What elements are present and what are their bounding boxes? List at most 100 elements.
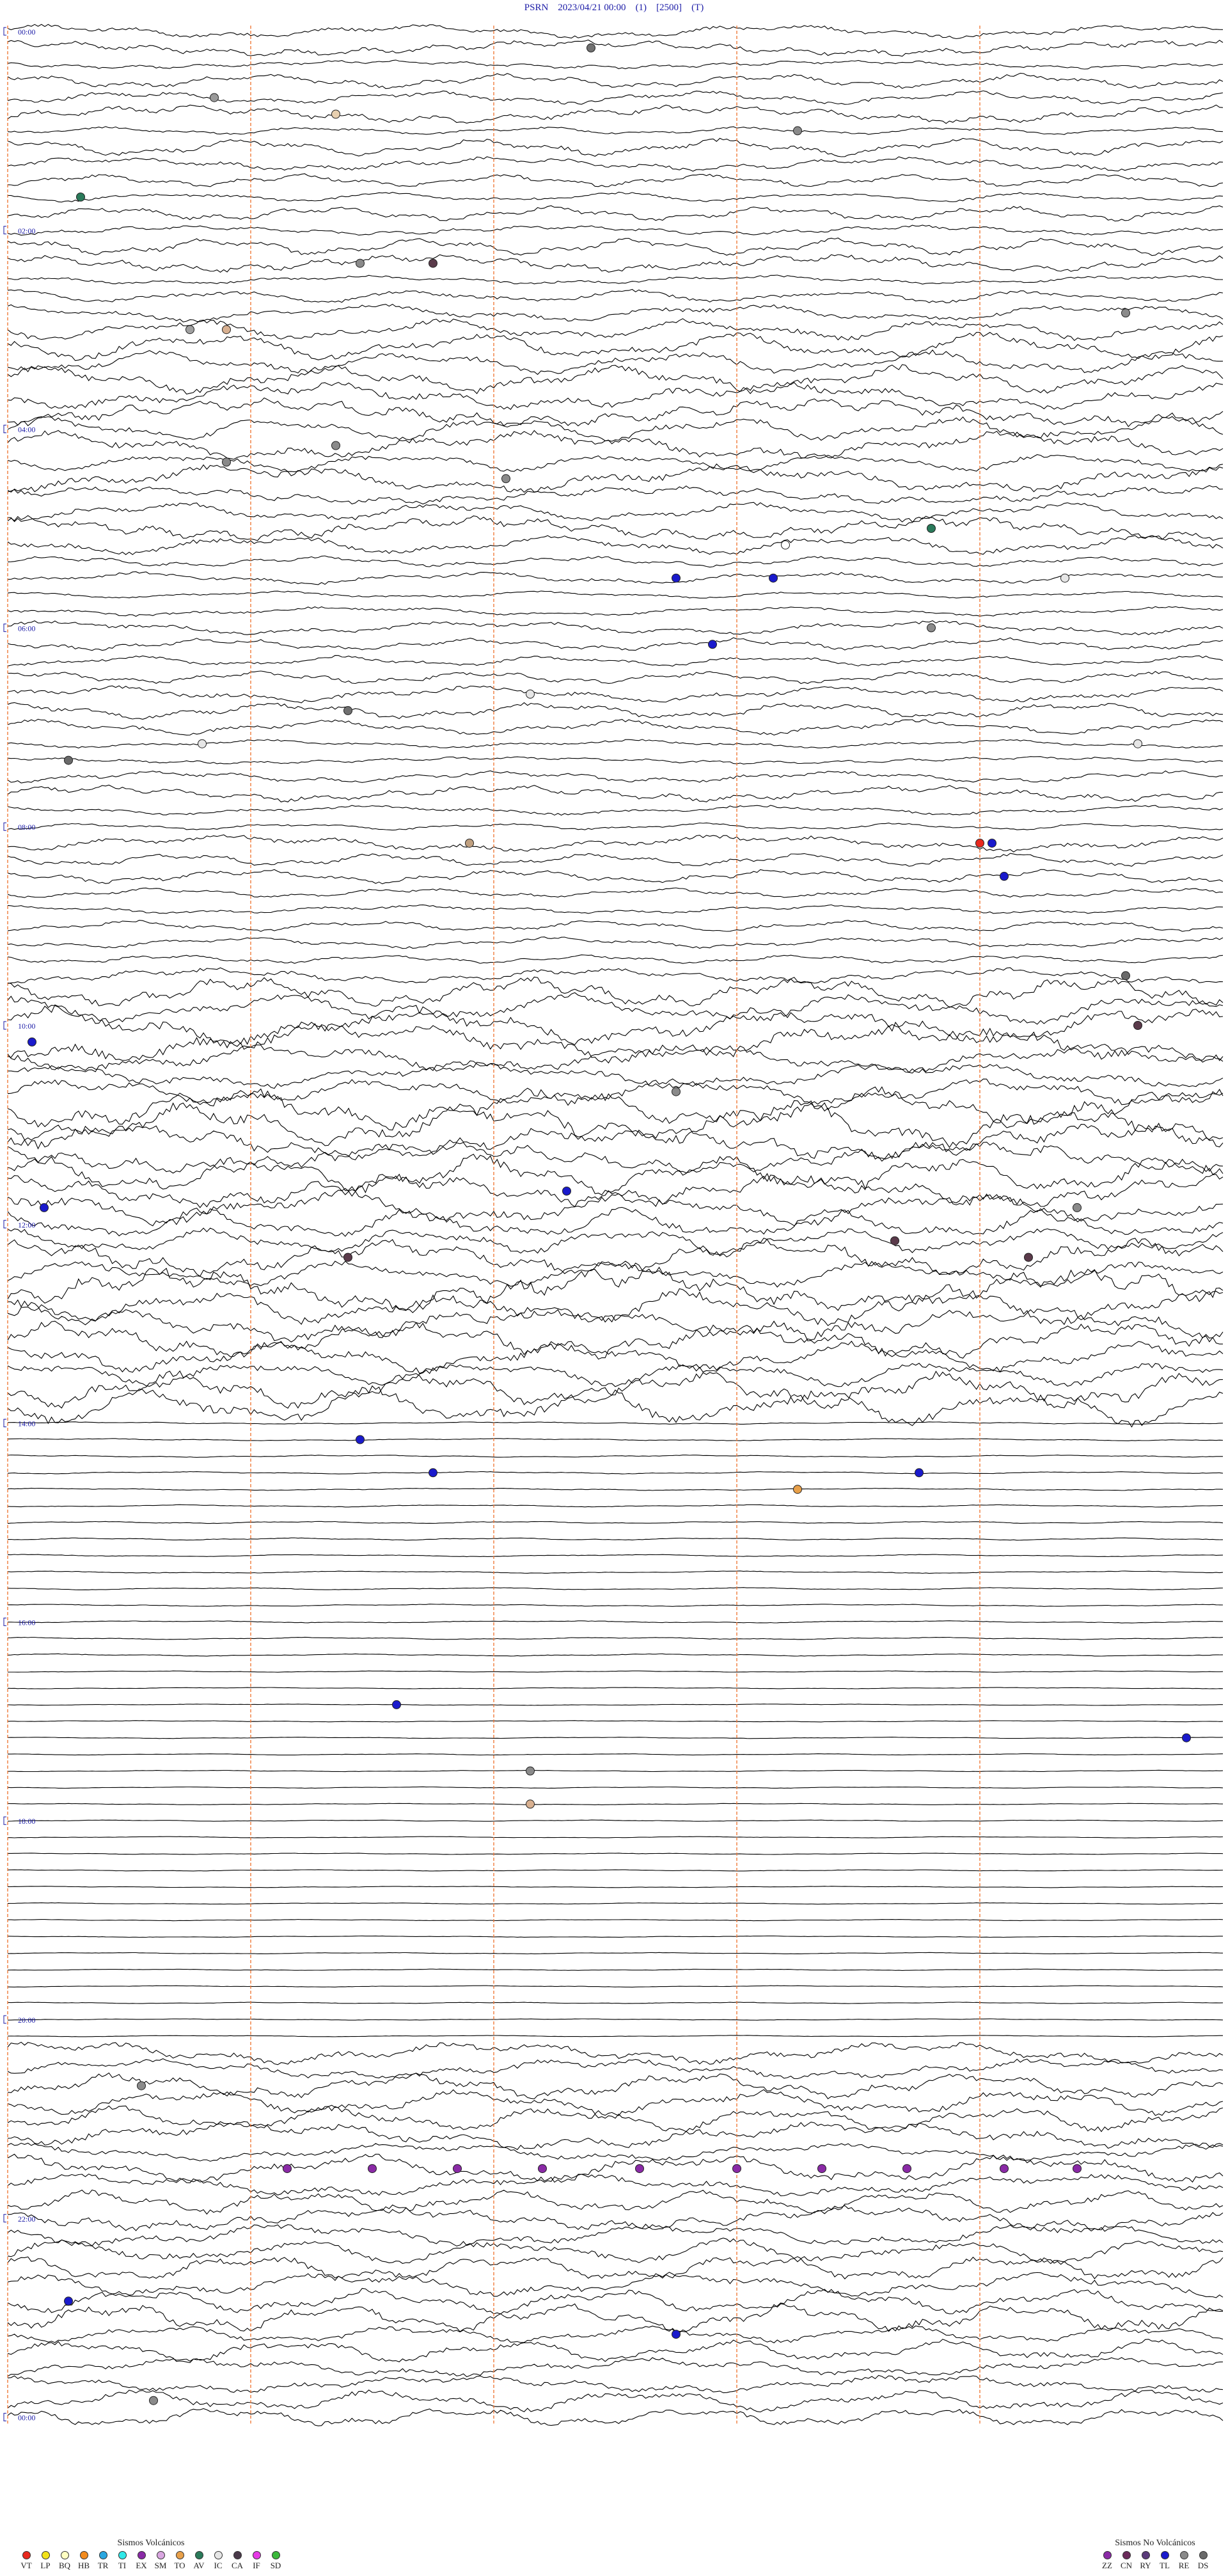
legend-swatch [1122,2551,1131,2559]
trace-line [7,976,1224,1008]
event-marker [1121,308,1130,318]
event-marker [890,1236,899,1245]
trace-line [7,2035,1223,2037]
trace-line [7,637,1224,651]
hour-bracket [3,1816,6,1825]
event-marker [526,1766,535,1776]
event-marker [672,1087,681,1096]
legend-swatch [271,2551,280,2559]
trace-line [7,1869,1224,1872]
legend-code: IF [253,2561,260,2570]
trace-line [7,39,1224,57]
legend-item: TO [171,2551,188,2571]
event-marker [222,457,231,467]
legend-item: EX [133,2551,150,2571]
time-label: 00:00 [18,28,35,36]
trace-line [7,2041,1224,2066]
legend-item: TR [95,2551,111,2571]
event-marker [429,1468,437,1478]
trace-line [7,24,1224,40]
event-marker [1000,871,1009,881]
trace-line [7,1320,1223,1360]
event-marker [198,739,207,748]
legend-volcanic-items: VT LP BQ HB TR TI EX SM TO AV IC CA IF SD [18,2551,284,2571]
event-marker [343,1252,352,1262]
legend-swatch [118,2551,127,2559]
trace-line [7,1819,1223,1822]
trace-line [7,571,1224,585]
event-marker [356,1435,365,1444]
trace-line [7,1454,1223,1458]
legend-non-volcanic: Sismos No Volcánicos ZZ CN RY TL RE DS [1099,2538,1211,2571]
hour-bracket [3,1220,6,1229]
trace-line [7,1886,1224,1888]
hour-bracket [3,2413,6,2422]
event-marker [465,839,474,848]
event-marker [769,573,778,583]
event-marker [1000,2164,1009,2174]
trace-line [7,1173,1224,1208]
hour-bracket [3,623,6,632]
trace-line [7,205,1224,222]
event-marker [793,1485,802,1494]
legend-swatch [233,2551,242,2559]
time-label: 04:00 [18,425,35,434]
trace-line [7,1604,1224,1607]
trace-line [7,967,1224,984]
legend-code: VT [20,2561,32,2570]
event-marker [1060,573,1069,583]
event-marker [331,109,340,119]
event-marker [526,1799,535,1809]
legend-swatch [214,2551,223,2559]
legend-item: SM [152,2551,169,2571]
legend-non-volcanic-items: ZZ CN RY TL RE DS [1099,2551,1211,2571]
hour-bracket [3,2214,6,2223]
trace-line [8,1853,1224,1855]
trace-line [7,2375,1224,2394]
time-label: 02:00 [18,226,35,235]
legend-code: SM [154,2561,167,2570]
trace-line [7,126,1224,135]
trace-line [7,1952,1224,1955]
trace-line [7,288,1224,303]
event-marker [817,2164,826,2174]
event-marker [1024,1252,1033,1262]
trace-line [7,992,1224,1025]
event-marker [538,2164,547,2174]
trace-line [7,1237,1224,1277]
trace-line [7,2256,1224,2280]
trace-line [7,2224,1224,2247]
legend-item: HB [75,2551,92,2571]
trace-line [7,655,1224,667]
legend-swatch [194,2551,203,2559]
time-label: 00:00 [18,2414,35,2422]
trace-line [7,138,1224,157]
trace-line [7,2018,1224,2021]
event-marker [915,1468,924,1478]
event-marker [635,2164,644,2174]
trace-line [7,1267,1224,1313]
trace-line [7,237,1224,257]
legend-volcanic-title: Sismos Volcánicos [117,2538,185,2548]
trace-line [7,2204,1224,2232]
trace-line [7,535,1224,555]
legend-code: LP [40,2561,51,2570]
legend-item: IC [210,2551,226,2571]
legend-item: CN [1118,2551,1135,2571]
hour-bracket [3,226,6,235]
trace-line [7,1228,1224,1256]
legend-swatch [137,2551,146,2559]
legend-item: DS [1195,2551,1211,2571]
trace-line [7,822,1224,831]
hour-bracket [3,425,6,434]
trace-line [7,1902,1224,1905]
trace-line [7,1363,1224,1388]
trace-line [7,2153,1224,2183]
event-marker [1133,1021,1142,1030]
event-marker [64,755,73,765]
trace-line [7,2325,1224,2344]
event-marker [185,325,194,335]
trace-line [7,1020,1224,1064]
event-marker [222,325,231,335]
trace-line [8,1918,1224,1922]
